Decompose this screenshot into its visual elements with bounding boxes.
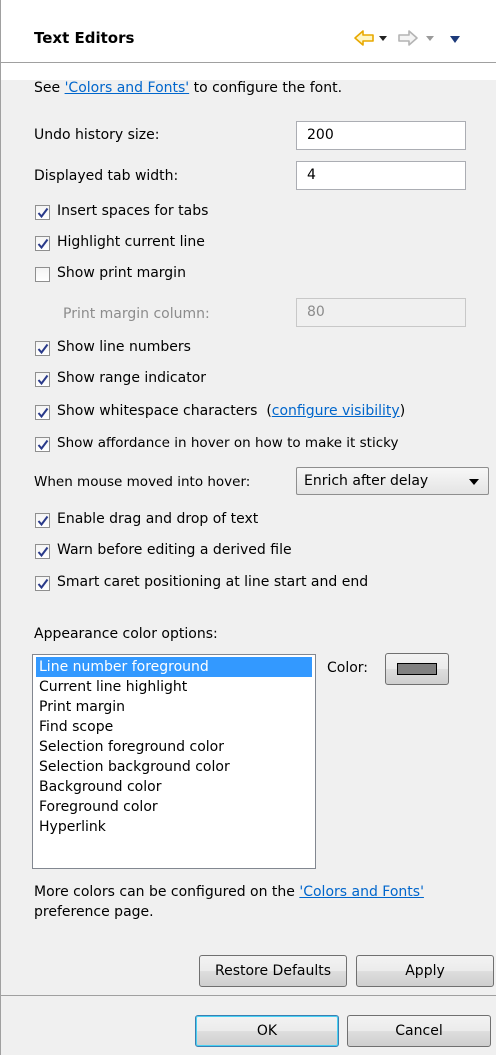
configure-visibility-link[interactable]: configure visibility xyxy=(272,403,400,419)
check-icon xyxy=(37,407,49,419)
footer-note-prefix: More colors can be configured on the xyxy=(34,884,300,900)
range-indicator-label: Show range indicator xyxy=(57,370,207,386)
view-menu-icon[interactable] xyxy=(449,35,461,57)
affordance-label: Show affordance in hover on how to make … xyxy=(57,435,399,451)
check-icon xyxy=(37,439,49,451)
list-item[interactable]: Print margin xyxy=(36,697,125,717)
colors-and-fonts-link[interactable]: 'Colors and Fonts' xyxy=(65,80,190,96)
list-item[interactable]: Foreground color xyxy=(36,797,158,817)
whitespace-label: Show whitespace characters xyxy=(57,403,258,419)
line-numbers-checkbox[interactable] xyxy=(35,341,50,356)
line-numbers-label: Show line numbers xyxy=(57,339,191,355)
print-margin-column-input[interactable]: 80 xyxy=(296,298,466,327)
print-margin-label: Show print margin xyxy=(57,265,186,281)
affordance-checkbox[interactable] xyxy=(35,437,50,452)
page-title: Text Editors xyxy=(34,29,135,47)
check-icon xyxy=(37,343,49,355)
hover-select[interactable]: Enrich after delay xyxy=(296,467,489,495)
smart-caret-checkbox[interactable] xyxy=(35,576,50,591)
footer-note-line2: preference page. xyxy=(34,904,154,920)
insert-spaces-label: Insert spaces for tabs xyxy=(57,203,209,219)
tab-width-input[interactable]: 4 xyxy=(296,161,466,190)
forward-dropdown-icon[interactable] xyxy=(425,35,435,57)
drag-drop-label: Enable drag and drop of text xyxy=(57,511,259,527)
color-swatch xyxy=(397,663,437,675)
list-item[interactable]: Current line highlight xyxy=(36,677,187,697)
check-icon xyxy=(37,578,49,590)
undo-history-label: Undo history size: xyxy=(34,127,160,143)
list-item[interactable]: Selection foreground color xyxy=(36,737,224,757)
check-icon xyxy=(37,207,49,219)
check-icon xyxy=(37,238,49,250)
whitespace-checkbox[interactable] xyxy=(35,405,50,420)
list-item[interactable]: Background color xyxy=(36,777,161,797)
cancel-button[interactable]: Cancel xyxy=(347,1015,491,1047)
footer-note-line1: More colors can be configured on the 'Co… xyxy=(34,884,424,900)
highlight-line-label: Highlight current line xyxy=(57,234,205,250)
list-item[interactable]: Selection background color xyxy=(36,757,230,777)
insert-spaces-checkbox[interactable] xyxy=(35,205,50,220)
hover-label: When mouse moved into hover: xyxy=(34,474,251,490)
button-separator xyxy=(1,995,496,996)
chevron-down-icon xyxy=(469,479,479,485)
hover-select-value: Enrich after delay xyxy=(304,473,429,489)
list-item[interactable]: Hyperlink xyxy=(36,817,106,837)
apply-button[interactable]: Apply xyxy=(356,955,494,987)
print-margin-checkbox[interactable] xyxy=(35,267,50,282)
whitespace-row: Show whitespace characters (configure vi… xyxy=(57,403,405,419)
check-icon xyxy=(37,515,49,527)
list-item[interactable]: Line number foreground xyxy=(36,657,312,677)
appearance-label: Appearance color options: xyxy=(34,626,218,642)
tab-width-label: Displayed tab width: xyxy=(34,168,179,184)
warn-derived-label: Warn before editing a derived file xyxy=(57,542,292,558)
close-paren: ) xyxy=(399,403,406,419)
highlight-line-checkbox[interactable] xyxy=(35,236,50,251)
drag-drop-checkbox[interactable] xyxy=(35,513,50,528)
back-dropdown-icon[interactable] xyxy=(378,35,388,57)
preferences-page: Text Editors See 'Colors and Fonts' to c… xyxy=(0,0,496,1055)
list-item[interactable]: Find scope xyxy=(36,717,113,737)
intro-prefix: See xyxy=(34,80,65,96)
undo-history-input[interactable]: 200 xyxy=(296,121,466,150)
back-arrow-icon[interactable] xyxy=(353,28,375,50)
color-label: Color: xyxy=(327,660,369,676)
colors-and-fonts-link-footer[interactable]: 'Colors and Fonts' xyxy=(299,884,424,900)
intro-text: See 'Colors and Fonts' to configure the … xyxy=(34,80,342,96)
color-picker-button[interactable] xyxy=(385,653,449,685)
check-icon xyxy=(37,546,49,558)
appearance-list[interactable]: Line number foreground Current line high… xyxy=(32,654,316,869)
intro-suffix: to configure the font. xyxy=(189,80,343,96)
check-icon xyxy=(37,374,49,386)
page-header: Text Editors xyxy=(1,0,496,80)
header-separator xyxy=(1,62,496,63)
print-margin-column-label: Print margin column: xyxy=(63,306,210,322)
warn-derived-checkbox[interactable] xyxy=(35,544,50,559)
ok-button[interactable]: OK xyxy=(195,1015,339,1047)
restore-defaults-button[interactable]: Restore Defaults xyxy=(199,955,347,987)
range-indicator-checkbox[interactable] xyxy=(35,372,50,387)
smart-caret-label: Smart caret positioning at line start an… xyxy=(57,574,369,590)
forward-arrow-icon[interactable] xyxy=(397,28,419,50)
